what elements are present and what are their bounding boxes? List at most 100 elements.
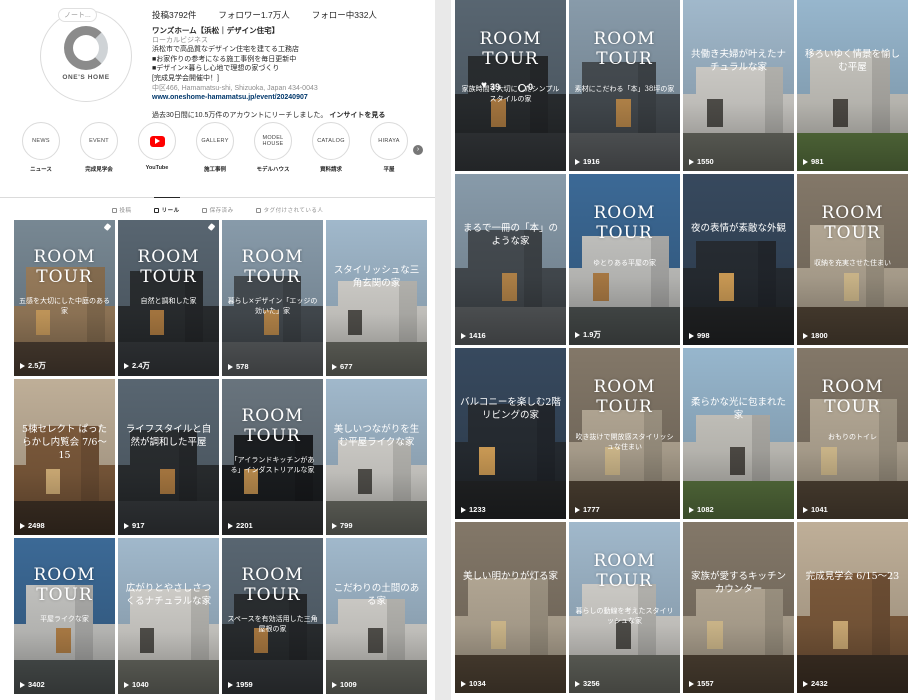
reel-tile[interactable]: 完成見学会 6/15〜23 2432 <box>797 522 908 693</box>
highlight-catalog[interactable]: CATALOG 資料請求 <box>302 122 360 174</box>
highlight-circle[interactable]: EVENT <box>80 122 118 160</box>
play-icon <box>689 332 694 339</box>
profile-link[interactable]: www.oneshome-hamamatsu.jp/event/20240907 <box>152 93 422 103</box>
view-count: 2432 <box>803 679 828 688</box>
highlight-circle[interactable]: HIRAYA <box>370 122 408 160</box>
highlight-circle[interactable]: MODEL HOUSE <box>254 122 292 160</box>
reel-caption: 吹き抜けで開放感スタイリッシュな住まい <box>575 432 674 451</box>
reel-shade <box>326 379 427 535</box>
reels-grid-right: ROOM TOUR家族時間を大切にしたシンプルスタイルの家390ROOM TOU… <box>455 0 908 693</box>
reel-tile[interactable]: まるで一冊の「本」のような家 1416 <box>455 174 566 345</box>
reel-tile[interactable]: 夜の表情が素敵な外観 998 <box>683 174 794 345</box>
reel-tile[interactable]: ROOM TOUR 収納を充実させた住まい 1800 <box>797 174 908 345</box>
followers-count[interactable]: フォロワー1.7万人 <box>218 9 289 21</box>
reel-tile[interactable]: こだわりの土間のある家 1009 <box>326 538 427 694</box>
reel-caption: 「アイランドキッチンがある」インダストリアルな家 <box>230 456 315 475</box>
reel-tile[interactable]: ROOM TOUR ゆとりある平屋の家 1.9万 <box>569 174 680 345</box>
view-count-value: 2498 <box>28 521 45 530</box>
youtube-icon <box>149 135 165 147</box>
tab-posts[interactable]: 投稿 <box>111 205 132 215</box>
reel-shade <box>455 174 566 345</box>
play-icon <box>803 506 808 513</box>
bio-line: [完成見学会開催中！] <box>152 74 219 82</box>
view-count-value: 1550 <box>697 157 714 166</box>
view-count: 1557 <box>689 679 714 688</box>
view-count: 2498 <box>20 521 45 530</box>
reel-tile[interactable]: 美しい明かりが灯る家 1034 <box>455 522 566 693</box>
reel-tile[interactable]: 5棟セレクト ぱったらかし内覧会 7/6〜15 2498 <box>14 379 115 535</box>
chevron-right-icon[interactable]: › <box>413 145 423 155</box>
reel-caption: 平屋ライクな家 <box>40 615 89 624</box>
reel-tile[interactable]: 共働き夫婦が叶えたナチュラルな家 1550 <box>683 0 794 171</box>
highlight-circle[interactable]: NEWS <box>22 122 60 160</box>
tab-saved[interactable]: 保存済み <box>201 205 234 215</box>
highlight-youtube[interactable]: YouTube <box>128 122 186 174</box>
tab-reels[interactable]: リール <box>153 197 180 215</box>
reel-title: ROOM TOUR <box>241 405 304 446</box>
reel-tile[interactable]: ROOM TOUR 「アイランドキッチンがある」インダストリアルな家 2201 <box>222 379 323 535</box>
reel-tile[interactable]: ROOM TOUR 暮らし×デザイン「エッジの効いた」家 578 <box>222 220 323 376</box>
reel-tile[interactable]: ROOM TOUR 吹き抜けで開放感スタイリッシュな住まい 1777 <box>569 348 680 519</box>
reel-tile[interactable]: 広がりとやさしさつくるナチュラルな家 1040 <box>118 538 219 694</box>
reel-caption: 美しい明かりが灯る家 <box>462 570 558 582</box>
reel-caption: ライフスタイルと自然が調和した平屋 <box>125 423 212 448</box>
highlight-circle[interactable] <box>138 122 176 160</box>
profile-bio: ワンズホーム【浜松｜デザイン住宅】 ローカルビジネス 浜松市で高品質なデザイン住… <box>152 26 422 120</box>
reels-panel-right: ROOM TOUR家族時間を大切にしたシンプルスタイルの家390ROOM TOU… <box>451 0 917 700</box>
reel-caption: 家族が愛するキッチンカウンター <box>690 570 786 595</box>
play-icon <box>332 681 337 688</box>
view-count-value: 1777 <box>583 505 600 514</box>
highlight-news[interactable]: NEWS ニュース <box>12 122 70 174</box>
reel-shade <box>326 220 427 376</box>
reel-tile[interactable]: ROOM TOUR 平屋ライクな家 3402 <box>14 538 115 694</box>
reel-tile[interactable]: ROOM TOUR家族時間を大切にしたシンプルスタイルの家390 <box>455 0 566 171</box>
reel-caption: ゆとりある平屋の家 <box>593 258 656 267</box>
reel-tile[interactable]: ROOM TOUR 自然と調和した家 2.4万 <box>118 220 219 376</box>
avatar[interactable]: ONE'S HOME <box>40 10 132 102</box>
bio-line: ■デザイン×暮らし心地で理想の家づくり <box>152 65 280 73</box>
play-icon <box>332 363 337 370</box>
posts-count[interactable]: 投稿3792件 <box>152 9 196 21</box>
view-count: 1916 <box>575 157 600 166</box>
view-count-value: 1416 <box>469 331 486 340</box>
reel-shade <box>455 522 566 693</box>
highlight-gallery[interactable]: GALLERY 施工事例 <box>186 122 244 174</box>
reel-tile[interactable]: ROOM TOUR おもりのトイレ 1041 <box>797 348 908 519</box>
highlight-circle[interactable]: GALLERY <box>196 122 234 160</box>
reel-tile[interactable]: ROOM TOUR 五感を大切にした中庭のある家 2.5万 <box>14 220 115 376</box>
following-count[interactable]: フォロー中332人 <box>312 9 377 21</box>
reel-caption: おもりのトイレ <box>828 432 877 441</box>
view-count-value: 2.5万 <box>28 361 46 370</box>
view-count: 1550 <box>689 157 714 166</box>
reel-caption: 移ろいゆく情景を愉しむ平屋 <box>804 48 900 73</box>
reel-caption: スタイリッシュな三角玄関の家 <box>333 264 420 289</box>
highlight-model-house[interactable]: MODEL HOUSE モデルハウス <box>244 122 302 174</box>
reel-tile[interactable]: ライフスタイルと自然が調和した平屋 917 <box>118 379 219 535</box>
reel-tile[interactable]: ROOM TOUR スペースを有効活用した三角屋根の家 1959 <box>222 538 323 694</box>
reel-tile[interactable]: 移ろいゆく情景を愉しむ平屋 981 <box>797 0 908 171</box>
reel-tile[interactable]: 家族が愛するキッチンカウンター 1557 <box>683 522 794 693</box>
highlight-event[interactable]: EVENT 完成見学会 <box>70 122 128 174</box>
reel-tile[interactable]: 美しいつながりを生む平屋ライクな家 799 <box>326 379 427 535</box>
comments-count: 0 <box>528 82 534 92</box>
play-icon <box>332 522 337 529</box>
reel-shade <box>797 522 908 693</box>
note-bubble[interactable]: ノート... <box>58 8 97 22</box>
view-count: 3402 <box>20 680 45 689</box>
reel-caption: 柔らかな光に包まれた家 <box>690 396 786 421</box>
insight-link[interactable]: インサイトを見る <box>329 112 385 119</box>
tab-tagged[interactable]: タグ付けされている人 <box>255 205 324 215</box>
play-icon <box>803 680 808 687</box>
reel-title: ROOM TOUR <box>241 564 304 605</box>
reel-tile[interactable]: ROOM TOUR 素材にこだわる「本」38坪の家 1916 <box>569 0 680 171</box>
highlight-circle[interactable]: CATALOG <box>312 122 350 160</box>
reel-tile[interactable]: バルコニーを楽しむ2階リビングの家 1233 <box>455 348 566 519</box>
view-count-value: 1082 <box>697 505 714 514</box>
reel-caption: 共働き夫婦が叶えたナチュラルな家 <box>690 48 786 73</box>
reel-tile[interactable]: 柔らかな光に包まれた家 1082 <box>683 348 794 519</box>
reel-tile[interactable]: ROOM TOUR 暮らしの動線を考えたスタイリッシュな家 3256 <box>569 522 680 693</box>
reel-tile[interactable]: スタイリッシュな三角玄関の家 677 <box>326 220 427 376</box>
profile-address[interactable]: 中区466, Hamamatsu-shi, Shizuoka, Japan 43… <box>152 84 422 94</box>
profile-avatar[interactable]: ONE'S HOME ノート... <box>40 8 132 102</box>
highlight-hiraya[interactable]: HIRAYA 平屋 <box>360 122 418 174</box>
